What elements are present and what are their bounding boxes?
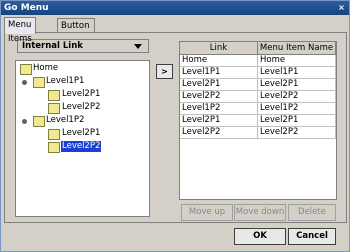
table-row[interactable]: Level2P1 Level2P1 xyxy=(180,115,336,127)
cell-link: Home xyxy=(180,55,258,66)
ok-button[interactable]: OK xyxy=(234,228,286,245)
cell-menu-item-name: Level1P1 xyxy=(258,67,336,78)
tree-item-label: Level2P2 xyxy=(59,140,103,153)
table-header: Link Menu Item Name xyxy=(180,42,336,55)
folder-icon xyxy=(48,129,60,140)
chevron-down-icon xyxy=(134,44,142,49)
link-tree[interactable]: Home Level1P1 Level2P1 Level2P2 Level1P2… xyxy=(15,60,150,217)
tab-menu-items[interactable]: Menu Items xyxy=(4,17,36,44)
table-row[interactable]: Level2P1 Level2P1 xyxy=(180,79,336,91)
column-header-link[interactable]: Link xyxy=(180,42,258,54)
tree-item-label: Home xyxy=(33,63,59,73)
title-bar: Go Menu × xyxy=(1,1,349,15)
folder-icon xyxy=(33,116,45,127)
table-row[interactable]: Level2P2 Level2P2 xyxy=(180,91,336,103)
cancel-button[interactable]: Cancel xyxy=(288,228,336,245)
go-menu-dialog: Go Menu × Menu Items Button Format Inter… xyxy=(0,0,350,252)
tree-item-label: Level2P1 xyxy=(62,89,101,99)
move-down-button[interactable]: Move down xyxy=(234,204,286,221)
move-up-button[interactable]: Move up xyxy=(181,204,233,221)
table-row[interactable]: Level1P2 Level1P2 xyxy=(180,103,336,115)
folder-icon xyxy=(48,142,60,153)
cell-menu-item-name: Level2P2 xyxy=(258,127,336,138)
cell-menu-item-name: Level1P2 xyxy=(258,103,336,114)
expand-bullet-icon[interactable] xyxy=(22,119,27,124)
cell-link: Level1P2 xyxy=(180,103,258,114)
close-icon[interactable]: × xyxy=(337,3,346,12)
cell-menu-item-name: Level2P1 xyxy=(258,79,336,90)
folder-icon xyxy=(48,103,60,114)
cell-menu-item-name: Level2P1 xyxy=(258,115,336,126)
cell-link: Level2P2 xyxy=(180,91,258,102)
menu-items-table[interactable]: Link Menu Item Name Home Home Level1P1 L… xyxy=(179,41,337,200)
cell-menu-item-name: Home xyxy=(258,55,336,66)
folder-icon xyxy=(33,77,45,88)
link-type-dropdown[interactable]: Internal Link xyxy=(17,39,149,53)
tree-item-label: Level2P2 xyxy=(62,102,101,112)
table-row[interactable]: Level1P1 Level1P1 xyxy=(180,67,336,79)
cell-link: Level2P1 xyxy=(180,115,258,126)
cell-link: Level2P1 xyxy=(180,79,258,90)
expand-bullet-icon[interactable] xyxy=(22,80,27,85)
column-header-menu-item-name[interactable]: Menu Item Name xyxy=(258,42,336,54)
folder-icon xyxy=(48,90,60,101)
folder-icon xyxy=(20,64,32,75)
table-row[interactable]: Level2P2 Level2P2 xyxy=(180,127,336,139)
table-row[interactable]: Home Home xyxy=(180,55,336,67)
tab-button-format[interactable]: Button Format xyxy=(57,18,95,45)
window-title: Go Menu xyxy=(4,3,49,13)
cell-link: Level2P2 xyxy=(180,127,258,138)
tree-item-label: Level1P1 xyxy=(46,76,85,86)
delete-button[interactable]: Delete xyxy=(288,204,336,221)
tree-item-label: Level2P1 xyxy=(62,128,101,138)
cell-link: Level1P1 xyxy=(180,67,258,78)
tree-item-label: Level1P2 xyxy=(46,115,85,125)
cell-menu-item-name: Level2P2 xyxy=(258,91,336,102)
add-to-menu-button[interactable]: > xyxy=(156,64,173,79)
